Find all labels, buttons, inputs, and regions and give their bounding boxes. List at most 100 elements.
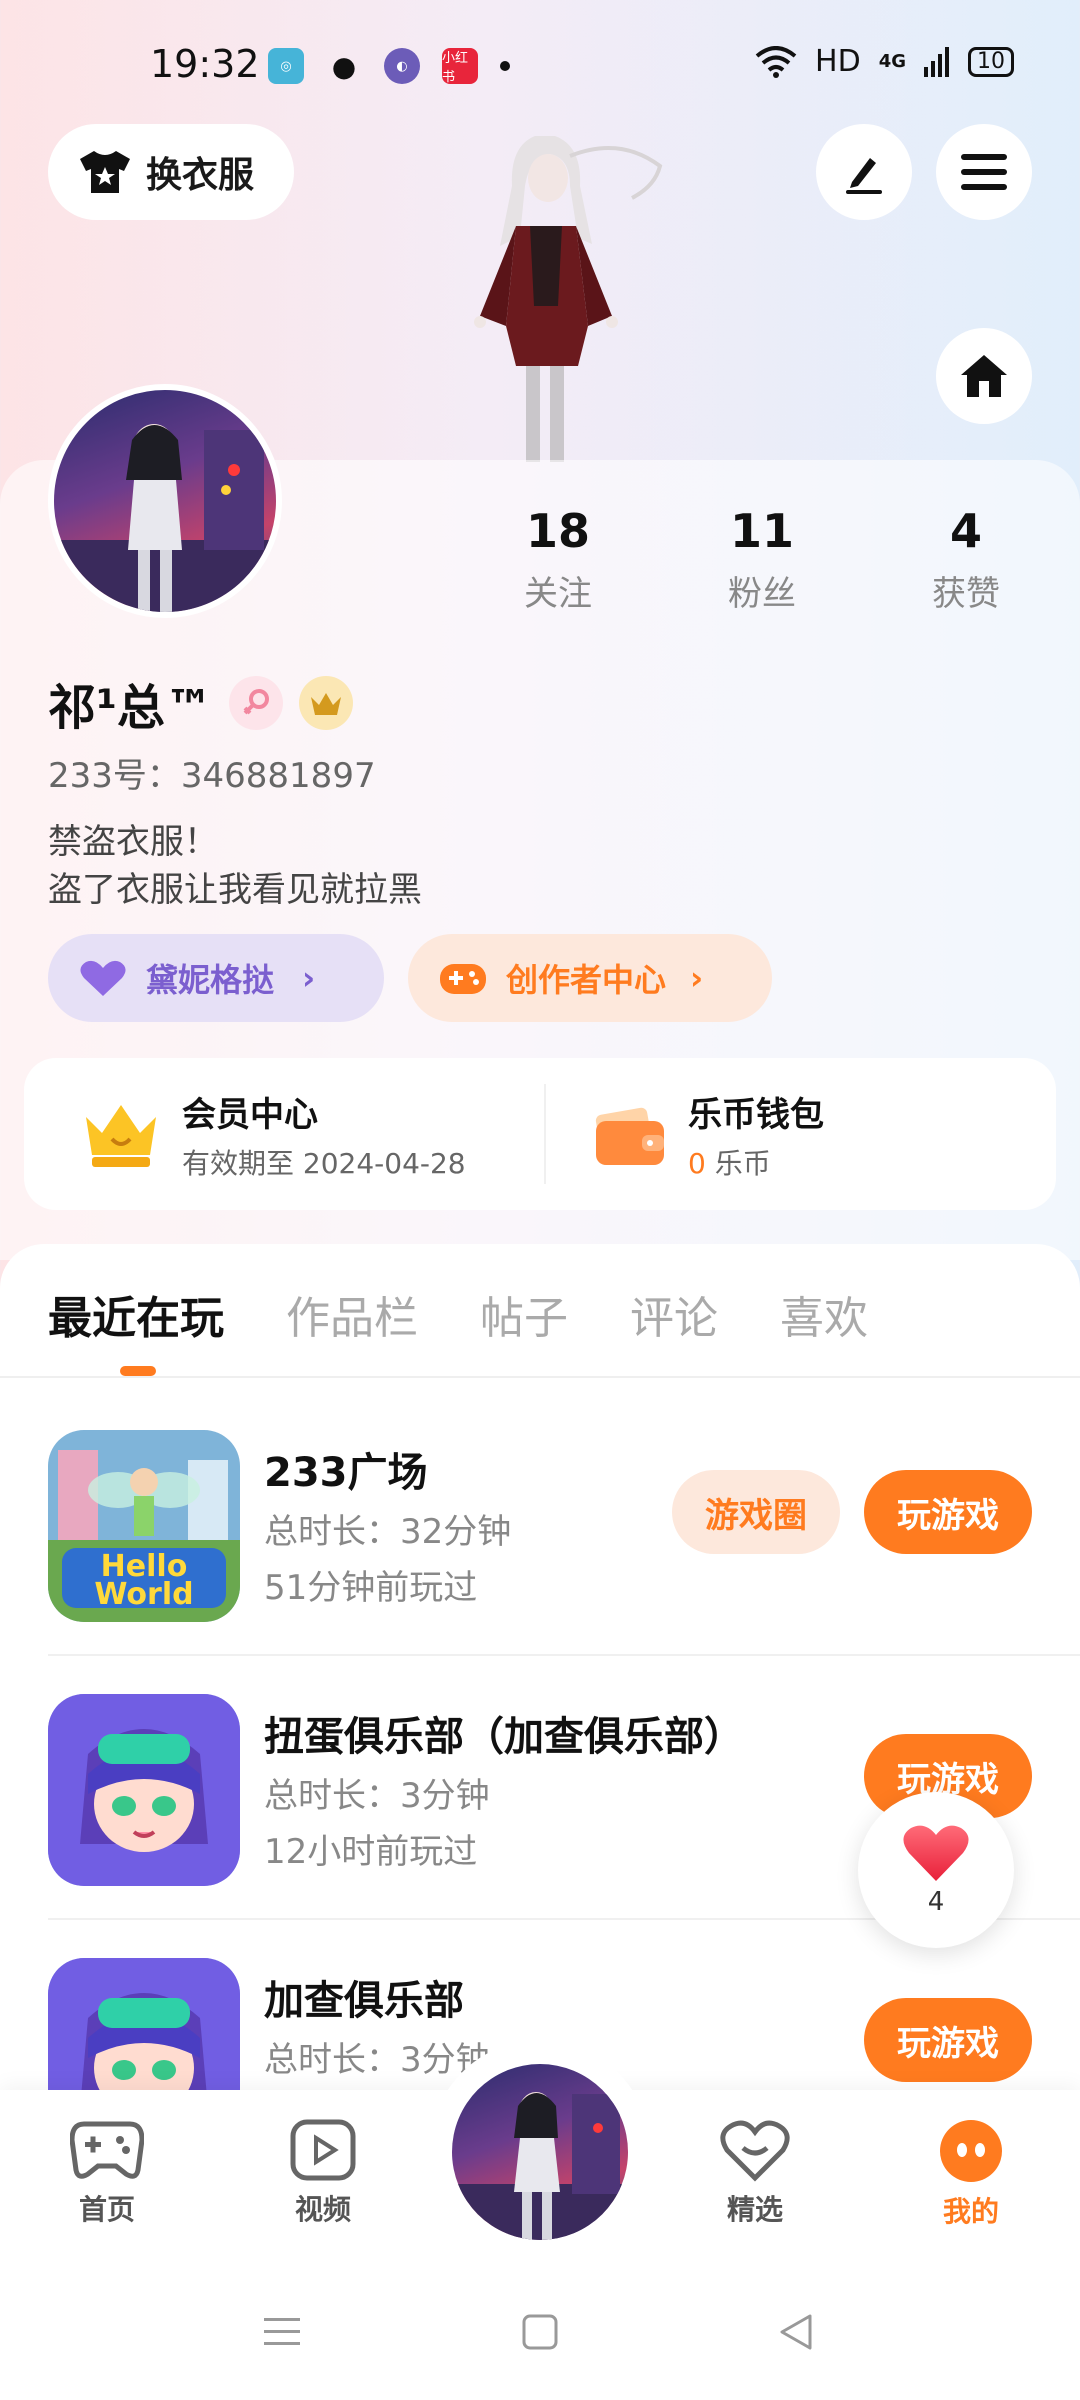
play-game-button[interactable]: 玩游戏 — [864, 1998, 1032, 2082]
status-notification-icons: ◎ ● ◐ 小红书 — [268, 48, 510, 85]
more-notifications-dot — [500, 61, 510, 71]
heart-chat-icon — [720, 2120, 790, 2182]
likes-count: 4 — [949, 504, 982, 558]
nav-label: 视频 — [294, 2193, 351, 2226]
tab-works[interactable]: 作品栏 — [286, 1282, 418, 1346]
crown-icon — [311, 693, 342, 715]
divider — [0, 1376, 1080, 1378]
signal-4g-label: 4G — [878, 51, 906, 72]
xiaohongshu-icon: 小红书 — [442, 48, 478, 85]
game-icon: Hello World — [48, 1430, 240, 1622]
house-icon — [961, 355, 1007, 397]
user-name-row: 祁¹总™ — [48, 668, 354, 738]
network-hd-label: HD — [815, 44, 861, 79]
tab-indicator — [120, 1366, 156, 1376]
tab-posts[interactable]: 帖子 — [480, 1282, 568, 1346]
chevron-right-icon: › — [302, 959, 316, 997]
signal-icon — [924, 46, 949, 77]
status-system-icons: HD 4G 10 — [755, 44, 1014, 79]
wallet-value: 0 — [688, 1146, 706, 1180]
game-duration: 总时长：32分钟 — [264, 1512, 512, 1552]
followers-count: 11 — [729, 504, 794, 558]
stat-following[interactable]: 18 关注 — [478, 504, 638, 615]
nav-featured[interactable]: 精选 — [690, 2118, 820, 2228]
crown-badge-icon — [299, 676, 354, 730]
game-title: 加查俱乐部 — [264, 1978, 464, 2024]
chevron-right-icon: › — [690, 959, 704, 997]
user-name: 祁¹总™ — [48, 680, 214, 736]
system-menu-icon[interactable] — [262, 2312, 302, 2352]
app-notification-icon: ◐ — [384, 48, 420, 84]
followers-label: 粉丝 — [728, 574, 796, 614]
following-count: 18 — [525, 504, 590, 558]
change-outfit-button[interactable]: 换衣服 — [48, 124, 294, 220]
likes-label: 获赞 — [932, 574, 1000, 614]
game-last-played: 12小时前玩过 — [264, 1832, 478, 1872]
tab-likes[interactable]: 喜欢 — [780, 1282, 868, 1346]
bio-line: 盗了衣服让我看见就拉黑 — [48, 870, 422, 910]
profile-tabs: 最近在玩 作品栏 帖子 评论 喜欢 — [48, 1282, 868, 1346]
wallet-unit: 乐币 — [714, 1146, 771, 1180]
game-meta: 总时长：3分钟 12小时前玩过 — [264, 1768, 490, 1880]
member-center-button[interactable]: 会员中心 有效期至 2024-04-28 — [24, 1058, 544, 1210]
nav-mine[interactable]: 我的 — [906, 2118, 1036, 2230]
nav-home[interactable]: 首页 — [42, 2118, 172, 2228]
like-float-button[interactable]: 4 — [858, 1792, 1014, 1948]
nav-label: 首页 — [78, 2193, 135, 2226]
female-icon — [243, 689, 270, 715]
gamepad-icon — [440, 964, 486, 994]
wallet-balance: 0 乐币 — [688, 1142, 824, 1182]
game-circle-button[interactable]: 游戏圈 — [672, 1470, 840, 1554]
nav-label: 我的 — [942, 2195, 999, 2228]
play-game-button[interactable]: 玩游戏 — [864, 1470, 1032, 1554]
pill-button-1[interactable]: 黛妮格挞 › — [48, 934, 384, 1022]
3d-avatar-figure[interactable] — [420, 126, 670, 462]
member-center-title: 会员中心 — [182, 1094, 318, 1135]
game-title: 233广场 — [264, 1450, 428, 1496]
avatar-image — [54, 424, 276, 612]
pencil-icon — [846, 158, 882, 194]
wallet-title: 乐币钱包 — [688, 1094, 824, 1135]
system-home-icon[interactable] — [520, 2312, 560, 2352]
game-icon-image — [48, 1694, 240, 1886]
battery-level: 10 — [968, 46, 1014, 77]
app-notification-icon: ◎ — [268, 48, 304, 84]
nav-video[interactable]: 视频 — [258, 2118, 388, 2228]
nav-center-avatar-button[interactable] — [452, 2064, 628, 2240]
female-badge-icon — [229, 676, 284, 730]
bio-line: 禁盗衣服！ — [48, 822, 218, 862]
avatar[interactable] — [48, 384, 282, 618]
member-expiry: 有效期至 2024-04-28 — [182, 1146, 466, 1180]
wallet-button[interactable]: 乐币钱包 0 乐币 — [546, 1058, 1056, 1210]
svg-text:World: World — [94, 1577, 193, 1612]
pill-label-1: 黛妮格挞 — [146, 961, 275, 999]
hamburger-menu-icon — [961, 154, 1007, 190]
stat-likes[interactable]: 4 获赞 — [886, 504, 1046, 615]
nav-label: 精选 — [726, 2193, 783, 2226]
crown-icon — [86, 1105, 156, 1167]
bio: 禁盗衣服！ 盗了衣服让我看见就拉黑 — [48, 818, 422, 914]
stat-followers[interactable]: 11 粉丝 — [682, 504, 842, 615]
profile-face-icon — [940, 2120, 1002, 2182]
tab-recently-played[interactable]: 最近在玩 — [48, 1282, 224, 1346]
gamepad-icon — [70, 2121, 144, 2179]
game-icon-image: Hello World — [48, 1430, 240, 1622]
menu-button[interactable] — [936, 124, 1032, 220]
tab-comments[interactable]: 评论 — [630, 1282, 718, 1346]
wallet-icon — [595, 1107, 664, 1165]
home-button[interactable] — [936, 328, 1032, 424]
system-back-icon[interactable] — [776, 2312, 816, 2352]
wifi-icon — [755, 45, 797, 78]
like-count: 4 — [927, 1887, 945, 1917]
game-title: 扭蛋俱乐部（加查俱乐部） — [264, 1714, 744, 1760]
change-outfit-label: 换衣服 — [146, 155, 255, 196]
heart-icon — [80, 960, 126, 996]
heart-icon — [903, 1825, 969, 1881]
creator-center-button[interactable]: 创作者中心 › — [408, 934, 772, 1022]
list-item[interactable]: Hello World 233广场 总时长：32分钟 51分钟前玩过 游戏圈 玩… — [0, 1400, 1080, 1666]
divider — [48, 1654, 1080, 1656]
user-id: 233号：346881897 — [48, 756, 376, 796]
app-notification-icon: ● — [331, 49, 357, 83]
avatar-image — [452, 2092, 628, 2240]
edit-profile-button[interactable] — [816, 124, 912, 220]
